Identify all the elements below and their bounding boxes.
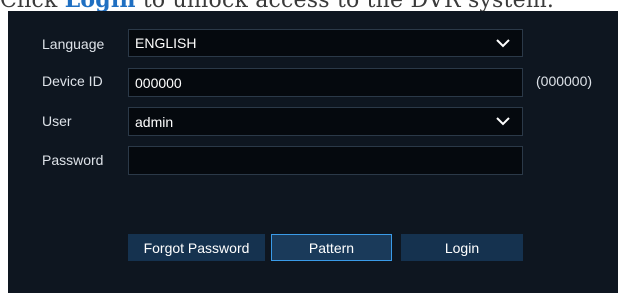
user-label: User bbox=[42, 113, 72, 129]
login-button[interactable]: Login bbox=[401, 234, 523, 261]
language-value: ENGLISH bbox=[135, 35, 197, 51]
login-panel: Language ENGLISH Device ID 000000 (00000… bbox=[8, 11, 618, 293]
password-field[interactable] bbox=[128, 146, 523, 175]
user-select[interactable]: admin bbox=[128, 107, 523, 136]
chevron-down-icon[interactable] bbox=[490, 34, 516, 52]
language-label: Language bbox=[42, 36, 105, 52]
password-label: Password bbox=[42, 152, 104, 168]
device-id-value: 000000 bbox=[135, 74, 182, 91]
device-id-label: Device ID bbox=[42, 73, 103, 89]
user-value: admin bbox=[135, 113, 174, 130]
device-id-hint: (000000) bbox=[536, 73, 593, 89]
language-select[interactable]: ENGLISH bbox=[128, 29, 523, 57]
device-id-field[interactable]: 000000 bbox=[128, 68, 523, 97]
chevron-down-icon[interactable] bbox=[490, 113, 516, 131]
pattern-button[interactable]: Pattern bbox=[271, 234, 392, 261]
forgot-password-button[interactable]: Forgot Password bbox=[128, 234, 265, 261]
